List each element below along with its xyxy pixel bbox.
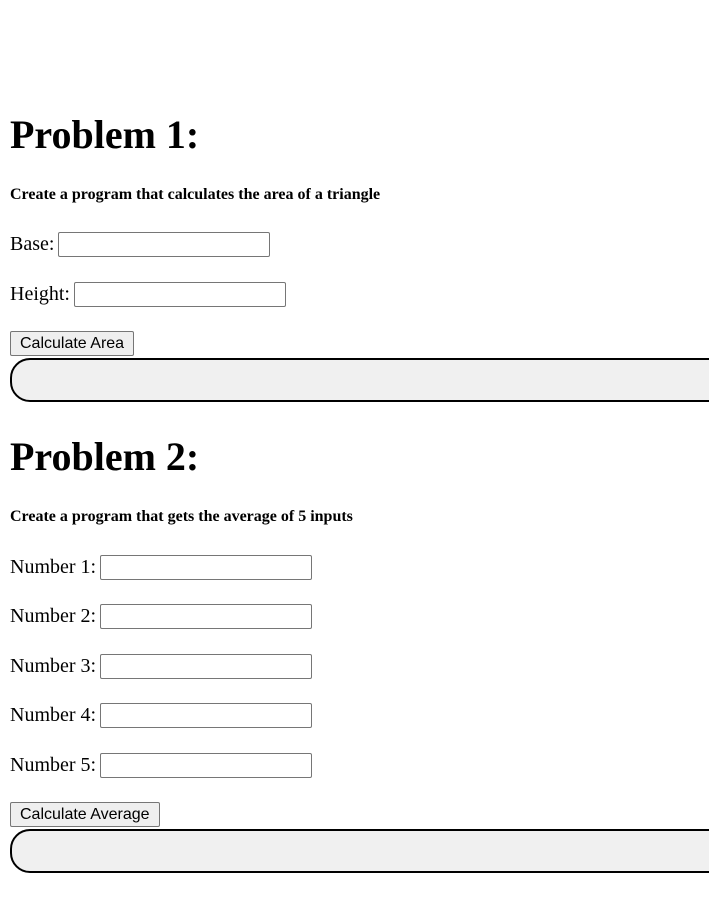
number-1-input[interactable] [100, 555, 313, 580]
number-5-input[interactable] [100, 753, 313, 778]
calculate-area-button[interactable]: Calculate Area [10, 331, 135, 356]
area-result-box [10, 358, 709, 402]
base-row: Base: [10, 231, 271, 258]
problem-2-title: Problem 2: [10, 434, 200, 479]
average-result-box [10, 829, 709, 873]
height-row: Height: [10, 281, 286, 308]
number-1-label: Number 1: [10, 556, 97, 578]
number-4-label: Number 4: [10, 704, 97, 726]
number-3-input[interactable] [100, 654, 313, 679]
problem-2-description: Create a program that gets the average o… [10, 508, 353, 525]
number-4-row: Number 4: [10, 702, 313, 729]
problem-1-description: Create a program that calculates the are… [10, 186, 381, 203]
number-3-label: Number 3: [10, 655, 97, 677]
number-3-row: Number 3: [10, 653, 313, 680]
problem-1-title: Problem 1: [10, 112, 200, 157]
base-label: Base: [10, 233, 55, 255]
height-input[interactable] [74, 282, 286, 307]
base-input[interactable] [58, 232, 271, 257]
number-5-label: Number 5: [10, 754, 97, 776]
number-2-label: Number 2: [10, 605, 97, 627]
number-2-input[interactable] [100, 604, 313, 629]
number-2-row: Number 2: [10, 603, 313, 630]
calculate-average-button[interactable]: Calculate Average [10, 802, 160, 827]
number-1-row: Number 1: [10, 554, 313, 581]
height-label: Height: [10, 283, 70, 305]
number-4-input[interactable] [100, 703, 313, 728]
number-5-row: Number 5: [10, 752, 313, 779]
